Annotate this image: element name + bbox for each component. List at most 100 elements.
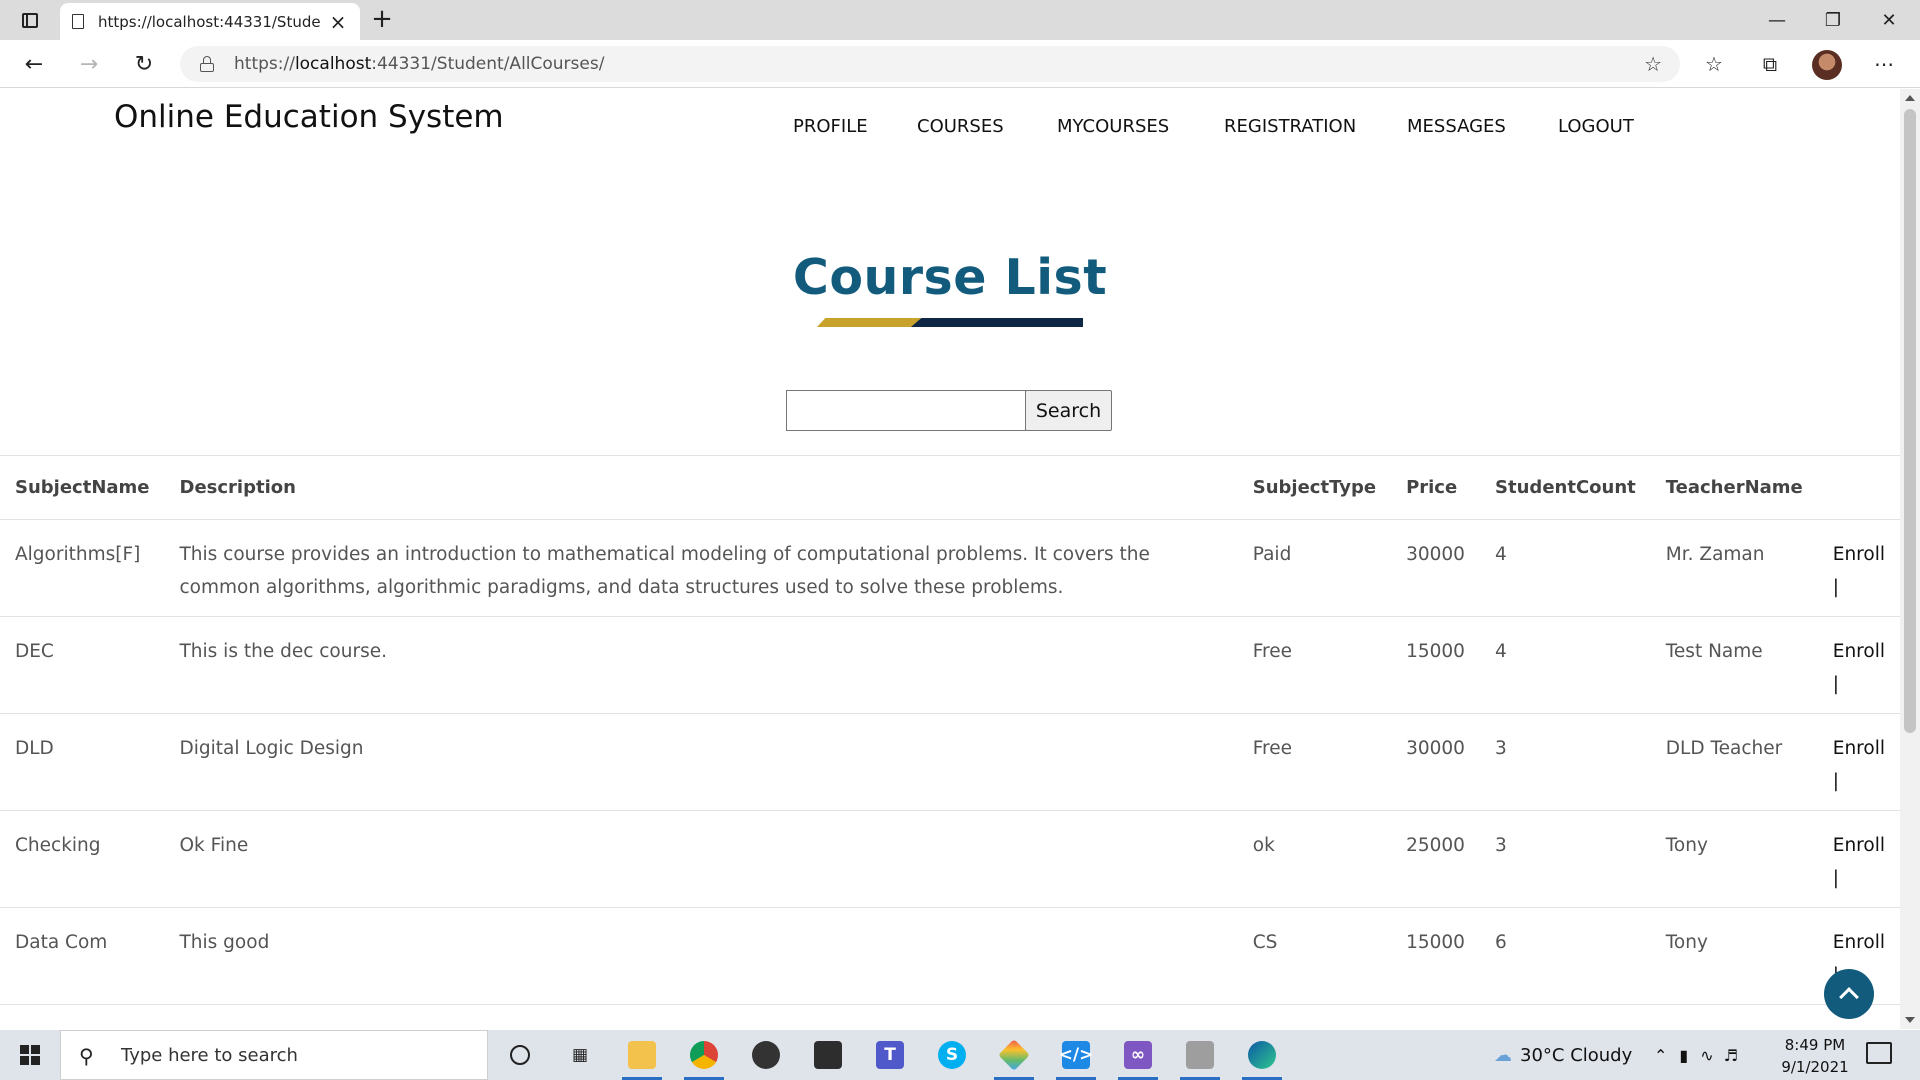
table-row: DLD Digital Logic Design Free 30000 3 DL… [0, 713, 1900, 811]
cell-student-count: 4 [1480, 519, 1651, 617]
url-text[interactable]: https://localhost:44331/Student/AllCours… [234, 54, 604, 74]
vscode-icon[interactable]: </> [1052, 1034, 1100, 1080]
table-row: Data Com This good CS 15000 6 Tony Enrol… [0, 907, 1900, 1005]
cell-price: 30000 [1391, 713, 1481, 811]
table-row: Algorithms[F] This course provides an in… [0, 519, 1900, 617]
setup-tool-icon[interactable] [1176, 1034, 1224, 1080]
visual-studio-icon[interactable]: ∞ [1114, 1034, 1162, 1080]
cell-teacher-name: Test Name [1650, 616, 1818, 714]
cell-price: 30000 [1391, 519, 1481, 617]
weather-widget[interactable]: ☁ 30°C Cloudy [1494, 1030, 1632, 1080]
enroll-link[interactable]: Enroll [1833, 544, 1885, 565]
cell-subject-type: Free [1237, 713, 1392, 811]
enroll-link[interactable]: Enroll [1833, 932, 1885, 953]
edge-icon[interactable] [1238, 1034, 1286, 1080]
cell-price: 25000 [1391, 810, 1481, 908]
cell-price: 15000 [1391, 616, 1481, 714]
nav-courses[interactable]: COURSES [917, 116, 1004, 137]
battery-icon[interactable]: ▮ [1679, 1046, 1688, 1065]
collections-icon[interactable]: ⧉ [1754, 48, 1786, 80]
chevron-up-icon[interactable]: ⌃ [1654, 1046, 1667, 1065]
wifi-icon[interactable]: ∿ [1700, 1046, 1713, 1065]
favorites-icon[interactable]: ☆ [1698, 48, 1730, 80]
cell-student-count: 3 [1480, 810, 1651, 908]
cell-actions: Enroll | [1817, 713, 1900, 811]
clock[interactable]: 8:49 PM 9/1/2021 [1760, 1034, 1870, 1078]
scroll-down-icon[interactable] [1905, 1017, 1915, 1023]
terminal-icon[interactable] [804, 1034, 852, 1076]
notification-icon[interactable] [1866, 1042, 1892, 1064]
git-icon[interactable] [990, 1034, 1038, 1080]
page-scrollbar[interactable] [1900, 89, 1920, 1029]
col-actions [1817, 455, 1900, 520]
enroll-link[interactable]: Enroll [1833, 738, 1885, 759]
nav-logout[interactable]: LOGOUT [1558, 116, 1634, 137]
obs-icon[interactable] [742, 1034, 790, 1076]
clock-date: 9/1/2021 [1781, 1058, 1849, 1076]
cell-teacher-name: Tony [1650, 810, 1818, 908]
volume-icon[interactable]: ♬ [1724, 1046, 1738, 1065]
heading-underline [817, 318, 1083, 327]
table-header-row: SubjectName Description SubjectType Pric… [0, 455, 1900, 520]
cell-description: This good [164, 907, 1238, 1005]
cell-actions: Enroll | [1817, 616, 1900, 714]
cell-subject-type: Paid [1237, 519, 1392, 617]
cortana-icon[interactable] [496, 1034, 544, 1076]
nav-registration[interactable]: REGISTRATION [1224, 116, 1356, 137]
browser-toolbar: ← → ↻ https://localhost:44331/Student/Al… [0, 40, 1920, 88]
taskbar: ⚲ Type here to search ▦ T S </> ∞ ☁ 30°C… [0, 1030, 1920, 1080]
enroll-link[interactable]: Enroll [1833, 641, 1885, 662]
cell-subject-name: DLD [0, 713, 165, 811]
cloud-icon: ☁ [1494, 1044, 1512, 1066]
lock-icon[interactable] [200, 56, 214, 72]
back-icon[interactable]: ← [18, 48, 50, 80]
search-input[interactable] [786, 390, 1026, 431]
tab-close-icon[interactable]: × [328, 12, 348, 32]
scroll-to-top-button[interactable] [1824, 969, 1874, 1019]
teams-icon[interactable]: T [866, 1034, 914, 1076]
weather-text: 30°C Cloudy [1520, 1044, 1633, 1066]
skype-icon[interactable]: S [928, 1034, 976, 1076]
page-icon [72, 14, 84, 29]
taskbar-search[interactable]: ⚲ Type here to search [60, 1030, 488, 1080]
task-view-icon[interactable]: ▦ [556, 1034, 604, 1076]
cell-actions: Enroll | [1817, 519, 1900, 617]
new-tab-icon[interactable]: + [368, 6, 396, 34]
browser-tab-bar: https://localhost:44331/Student/ × + — ❐… [0, 0, 1920, 40]
cell-subject-type: ok [1237, 810, 1392, 908]
search-button[interactable]: Search [1025, 390, 1112, 431]
forward-icon[interactable]: → [73, 48, 105, 80]
nav-profile[interactable]: PROFILE [793, 116, 868, 137]
tab-actions-icon[interactable] [12, 8, 48, 32]
taskbar-search-placeholder: Type here to search [121, 1044, 298, 1066]
search-icon: ⚲ [79, 1044, 94, 1068]
action-separator: | [1832, 868, 1839, 889]
browser-tab[interactable]: https://localhost:44331/Student/ × [60, 3, 360, 40]
window-close-icon[interactable]: ✕ [1866, 4, 1912, 36]
cell-description: Ok Fine [164, 810, 1238, 908]
scroll-up-icon[interactable] [1905, 95, 1915, 101]
action-separator: | [1832, 771, 1839, 792]
course-table: SubjectName Description SubjectType Pric… [0, 455, 1900, 1005]
cell-subject-name: Algorithms[F] [0, 519, 165, 617]
profile-avatar[interactable] [1812, 50, 1842, 80]
tab-title: https://localhost:44331/Student/ [98, 12, 320, 31]
chrome-icon[interactable] [680, 1034, 728, 1080]
cell-actions: Enroll | [1817, 810, 1900, 908]
system-tray[interactable]: ⌃ ▮ ∿ ♬ [1654, 1030, 1738, 1080]
minimize-icon[interactable]: — [1754, 4, 1800, 36]
file-explorer-icon[interactable] [618, 1034, 666, 1080]
refresh-icon[interactable]: ↻ [128, 48, 160, 80]
nav-mycourses[interactable]: MYCOURSES [1057, 116, 1169, 137]
nav-messages[interactable]: MESSAGES [1407, 116, 1506, 137]
enroll-link[interactable]: Enroll [1833, 835, 1885, 856]
cell-student-count: 3 [1480, 713, 1651, 811]
windows-start-icon[interactable] [0, 1030, 60, 1080]
scrollbar-thumb[interactable] [1904, 109, 1916, 733]
cell-subject-name: Checking [0, 810, 165, 908]
address-bar[interactable]: https://localhost:44331/Student/AllCours… [180, 46, 1680, 82]
restore-icon[interactable]: ❐ [1810, 4, 1856, 36]
more-icon[interactable]: ⋯ [1868, 48, 1900, 80]
add-favorite-icon[interactable]: ☆ [1644, 52, 1662, 76]
cell-subject-type: CS [1237, 907, 1392, 1005]
